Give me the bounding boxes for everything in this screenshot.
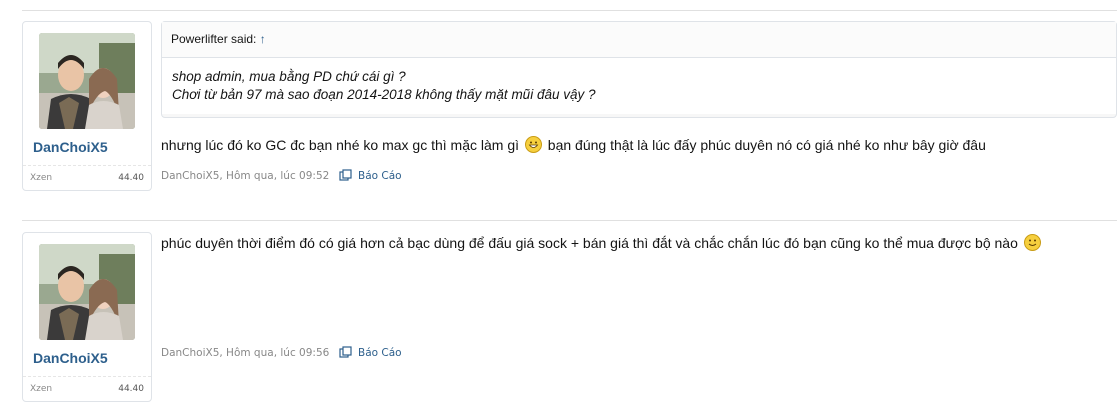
- report-icon[interactable]: [339, 346, 352, 359]
- post-meta: DanChoiX5, Hôm qua, lúc 09:56 Báo Cáo: [161, 346, 402, 359]
- user-extra: Xzen 44.40: [23, 165, 151, 190]
- top-divider: [22, 10, 1117, 11]
- user-extra: Xzen 44.40: [23, 376, 151, 401]
- user-points: 44.40: [118, 173, 144, 183]
- message-part: bạn đúng thật là lúc đấy phúc duyên nó c…: [547, 137, 986, 153]
- avatar[interactable]: [39, 244, 135, 340]
- report-icon[interactable]: [339, 169, 352, 182]
- user-info-card: DanChoiX5 Xzen 44.40: [22, 232, 152, 402]
- quote-author[interactable]: Powerlifter said:: [171, 32, 256, 46]
- message-text: phúc duyên thời điểm đó có giá hơn cả bạ…: [161, 234, 1043, 251]
- post-1: DanChoiX5 Xzen 44.40 Powerlifter said: ↑…: [22, 21, 1117, 191]
- go-to-quote-icon[interactable]: ↑: [260, 32, 266, 46]
- post-2: DanChoiX5 Xzen 44.40 phúc duyên thời điể…: [22, 232, 1117, 402]
- message-text: nhưng lúc đó ko GC đc bạn nhé ko max gc …: [161, 136, 986, 153]
- quote-line: shop admin, mua bằng PD chứ cái gì ?: [172, 69, 406, 84]
- user-title: Xzen: [30, 173, 53, 183]
- quote-block: Powerlifter said: ↑ shop admin, mua bằng…: [161, 21, 1117, 118]
- user-title: Xzen: [30, 384, 53, 394]
- grin-icon: [524, 136, 542, 153]
- user-info-card: DanChoiX5 Xzen 44.40: [22, 21, 152, 191]
- user-points: 44.40: [118, 384, 144, 394]
- avatar[interactable]: [39, 33, 135, 129]
- smile-icon: [1023, 234, 1041, 251]
- post-author-date[interactable]: DanChoiX5, Hôm qua, lúc 09:52: [161, 170, 329, 182]
- quote-attribution: Powerlifter said: ↑: [162, 22, 1116, 58]
- post-meta: DanChoiX5, Hôm qua, lúc 09:52 Báo Cáo: [161, 169, 402, 182]
- post-divider: [22, 220, 1117, 221]
- username[interactable]: DanChoiX5: [23, 350, 151, 366]
- report-link[interactable]: Báo Cáo: [358, 347, 402, 359]
- quote-line: Chơi từ bản 97 mà sao đoạn 2014-2018 khô…: [172, 87, 596, 102]
- report-link[interactable]: Báo Cáo: [358, 170, 402, 182]
- username[interactable]: DanChoiX5: [23, 139, 151, 155]
- message-part: phúc duyên thời điểm đó có giá hơn cả bạ…: [161, 235, 1018, 251]
- quote-text: shop admin, mua bằng PD chứ cái gì ? Chơ…: [162, 58, 1116, 114]
- message-part: nhưng lúc đó ko GC đc bạn nhé ko max gc …: [161, 137, 519, 153]
- post-author-date[interactable]: DanChoiX5, Hôm qua, lúc 09:56: [161, 347, 329, 359]
